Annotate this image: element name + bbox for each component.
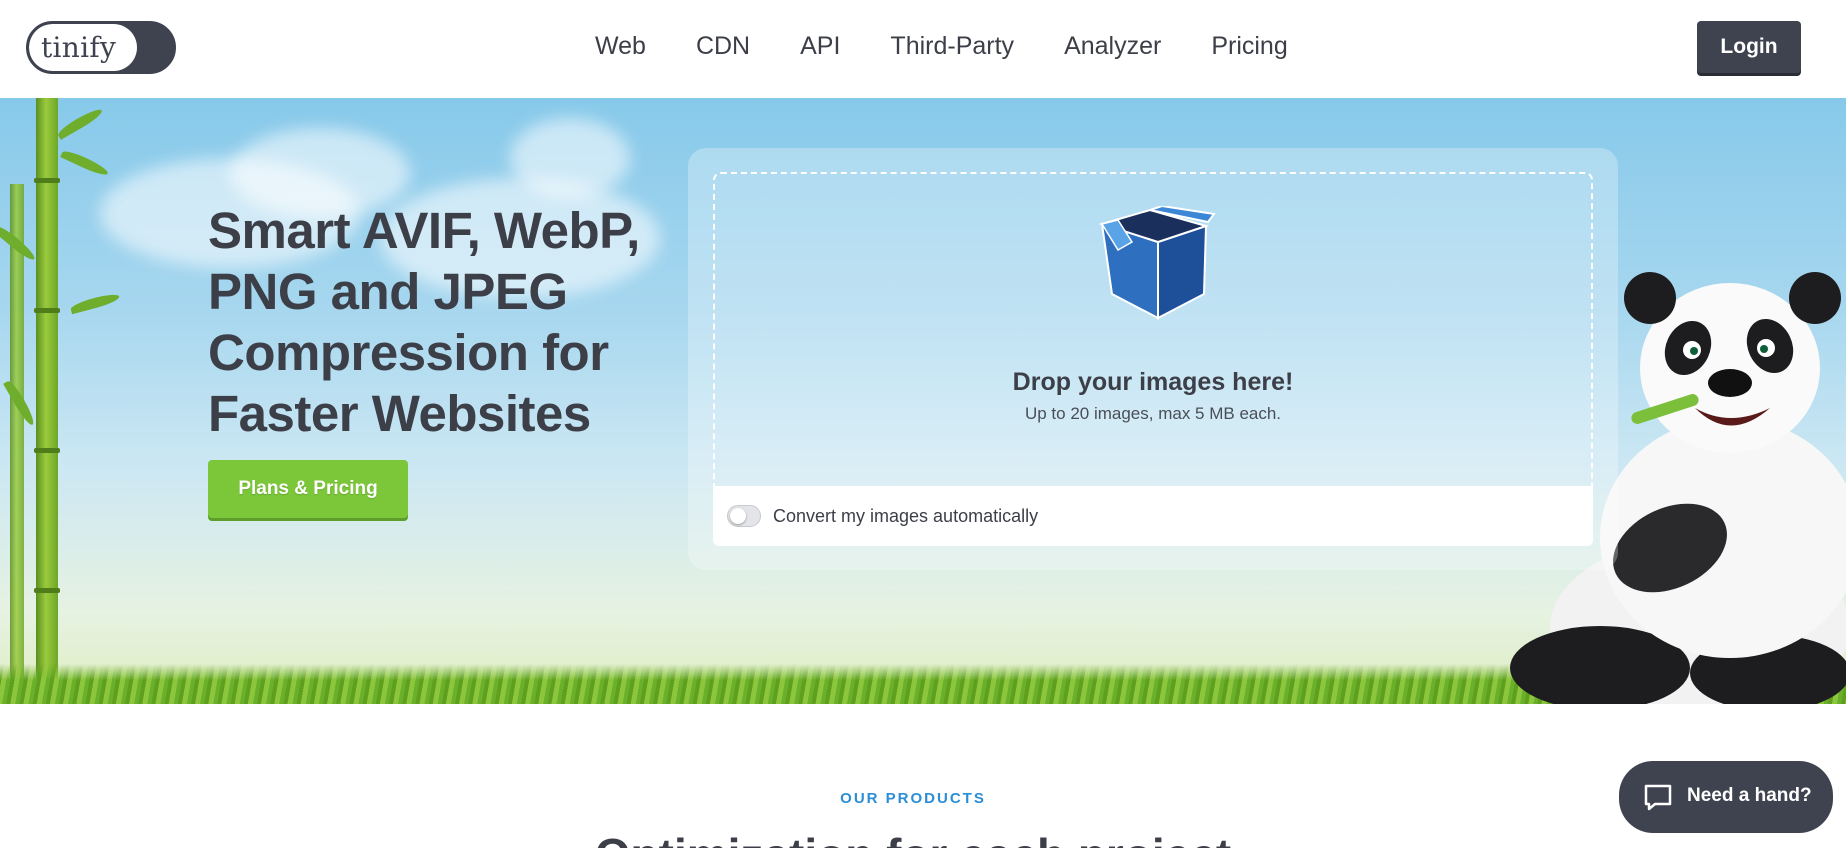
need-a-hand-button[interactable]: Need a hand? <box>1619 761 1833 833</box>
bamboo-stalk <box>10 184 24 704</box>
plans-pricing-button[interactable]: Plans & Pricing <box>208 460 408 518</box>
toggle-knob <box>730 508 746 524</box>
bamboo-node <box>34 448 60 453</box>
bamboo-leaf <box>55 106 105 140</box>
convert-label[interactable]: Convert my images automatically <box>773 506 1038 527</box>
login-button[interactable]: Login <box>1697 21 1801 73</box>
hero-section: Smart AVIF, WebP, PNG and JPEG Compressi… <box>0 98 1846 704</box>
box-icon <box>1098 206 1216 320</box>
main-nav: Web CDN API Third-Party Analyzer Pricing <box>595 32 1288 61</box>
tinify-logo[interactable]: tinify <box>26 21 176 74</box>
our-products-label: OUR PRODUCTS <box>840 790 986 807</box>
nav-item-analyzer[interactable]: Analyzer <box>1064 32 1161 61</box>
bamboo-node <box>34 588 60 593</box>
logo-text: tinify <box>41 31 117 64</box>
bamboo-stalk <box>34 98 60 704</box>
bamboo-node <box>34 308 60 313</box>
hero-headline: Smart AVIF, WebP, PNG and JPEG Compressi… <box>208 202 640 442</box>
nav-item-third-party[interactable]: Third-Party <box>890 32 1014 61</box>
convert-bar: Convert my images automatically <box>713 486 1593 546</box>
bamboo-node <box>34 178 60 183</box>
bamboo-leaf <box>69 291 121 315</box>
chat-icon <box>1644 784 1672 811</box>
bamboo-leaf <box>60 147 110 179</box>
nav-item-web[interactable]: Web <box>595 32 646 61</box>
nav-item-pricing[interactable]: Pricing <box>1211 32 1287 61</box>
help-label: Need a hand? <box>1687 785 1812 806</box>
nav-item-api[interactable]: API <box>800 32 840 61</box>
drop-title: Drop your images here! <box>1012 368 1294 396</box>
site-header: tinify Web CDN API Third-Party Analyzer … <box>0 0 1846 98</box>
nav-item-cdn[interactable]: CDN <box>696 32 750 61</box>
convert-toggle-switch[interactable] <box>727 505 761 527</box>
drop-subtitle: Up to 20 images, max 5 MB each. <box>1024 404 1282 423</box>
products-heading: Optimization for each project <box>0 828 1826 848</box>
cloud-decoration <box>510 118 630 198</box>
